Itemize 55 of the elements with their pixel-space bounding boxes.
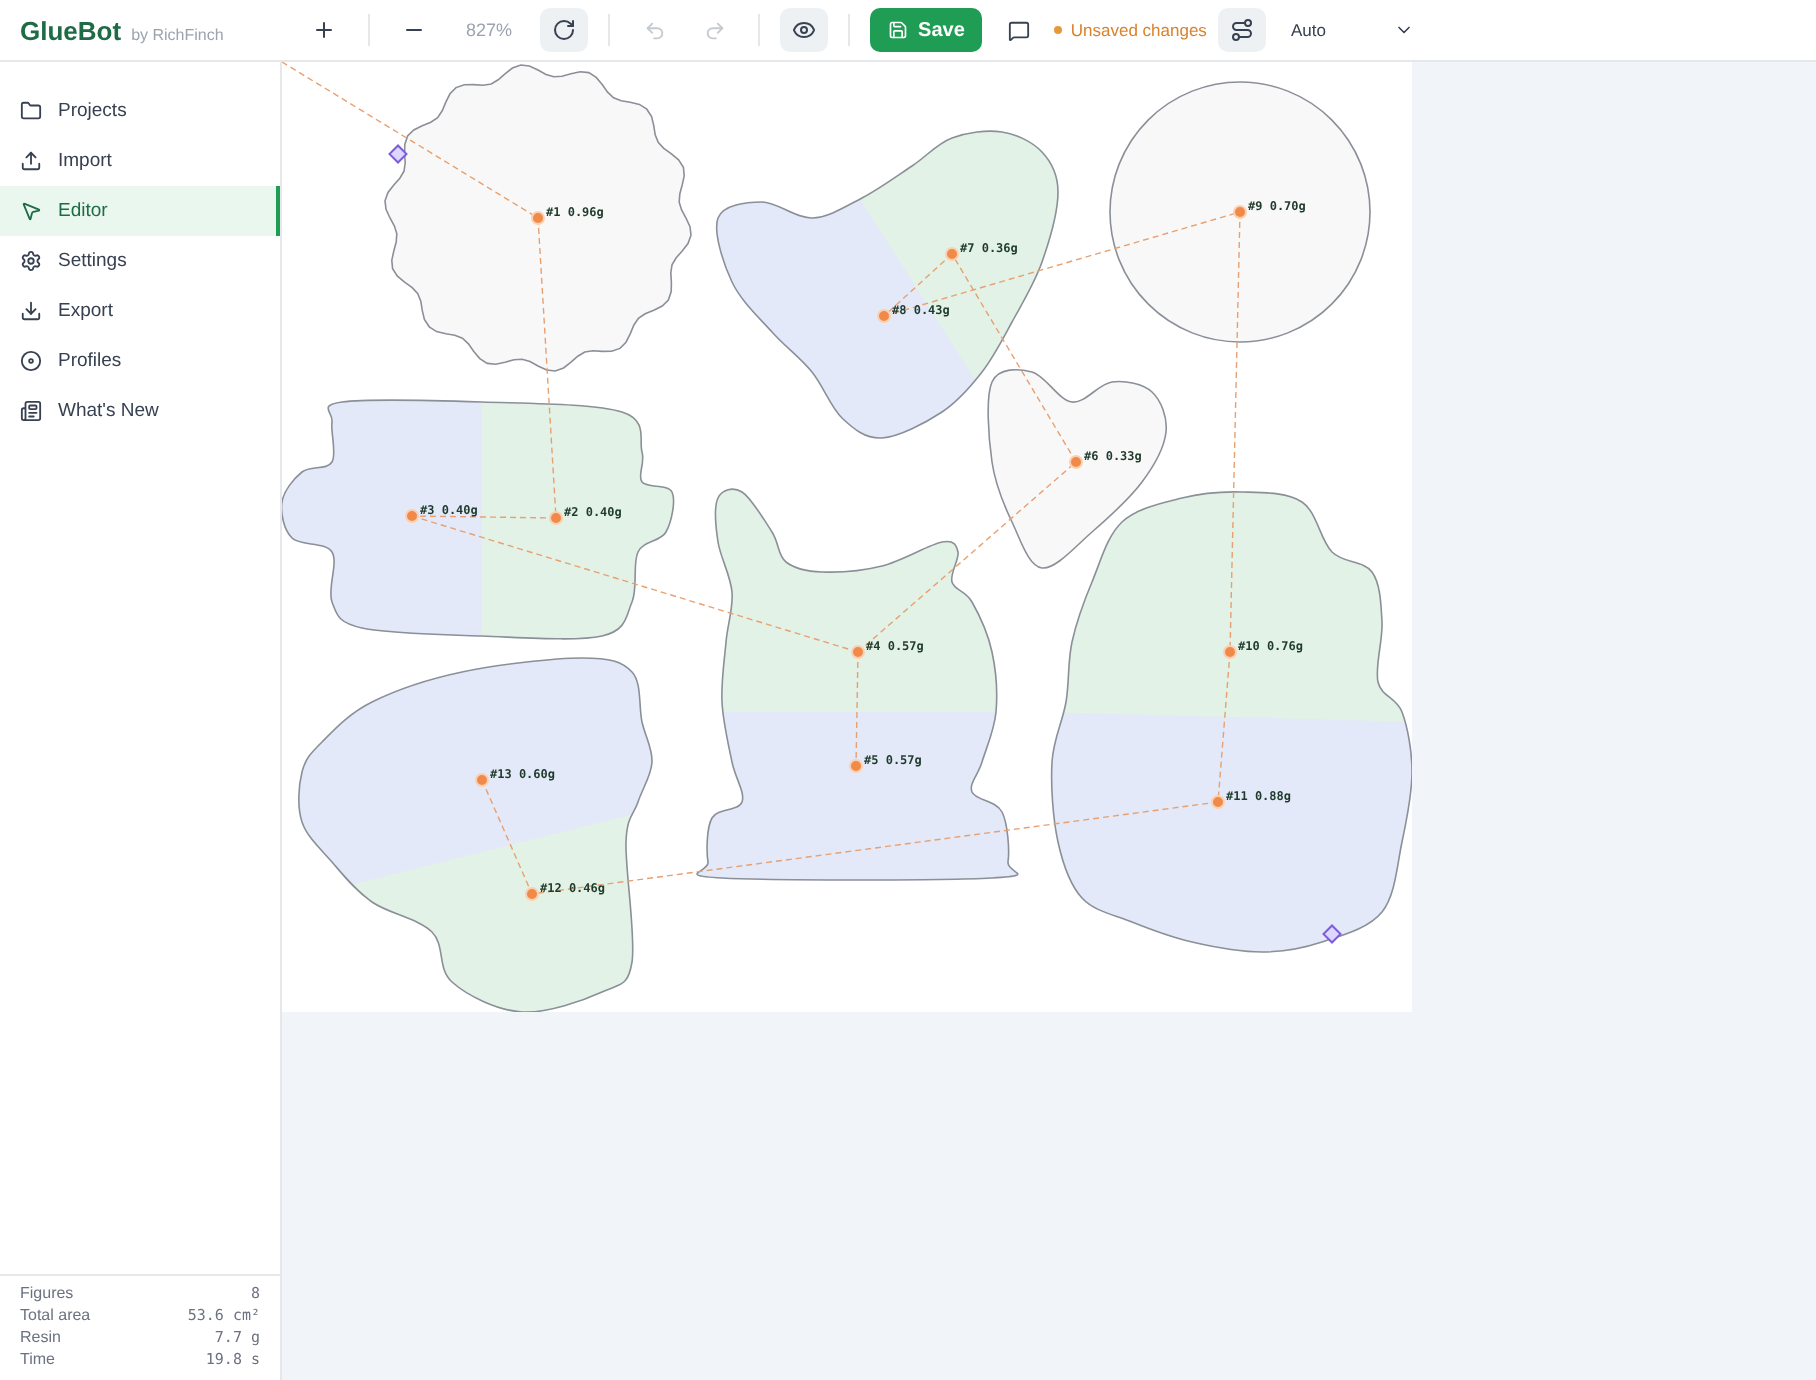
- app-logo: GlueBot: [20, 15, 122, 45]
- figure-shape[interactable]: [696, 488, 1019, 881]
- glue-point-marker[interactable]: [849, 759, 863, 773]
- glue-point-marker[interactable]: [475, 773, 489, 787]
- download-icon: [20, 300, 42, 322]
- glue-point-marker[interactable]: [1069, 455, 1083, 469]
- glue-point-marker[interactable]: [851, 645, 865, 659]
- figure-shape[interactable]: [987, 368, 1168, 569]
- figure-shape[interactable]: [282, 399, 675, 640]
- eye-icon: [792, 18, 817, 42]
- figure-shape[interactable]: [384, 64, 692, 372]
- path-button[interactable]: [1218, 8, 1267, 52]
- reference-marker-icon[interactable]: [1322, 924, 1342, 944]
- folder-icon: [20, 100, 42, 122]
- pointer-icon: [20, 200, 42, 222]
- glue-point-marker[interactable]: [531, 211, 545, 225]
- sidebar-item[interactable]: Profiles: [0, 336, 280, 386]
- sidebar-item[interactable]: Projects: [0, 86, 280, 136]
- glue-point-marker[interactable]: [1223, 645, 1237, 659]
- zoom-level: 827%: [464, 20, 515, 40]
- redo-icon: [703, 19, 726, 41]
- glue-point-marker[interactable]: [405, 509, 419, 523]
- sidebar-item[interactable]: What's New: [0, 386, 280, 436]
- glue-point-marker[interactable]: [549, 511, 563, 525]
- unsaved-status: Unsaved changes: [1054, 20, 1207, 40]
- newspaper-icon: [20, 400, 42, 422]
- settings-icon: [20, 250, 42, 272]
- app-byline: by RichFinch: [131, 25, 224, 43]
- glue-point-marker[interactable]: [1211, 795, 1225, 809]
- preview-toggle-button[interactable]: [780, 8, 829, 52]
- figure-shape[interactable]: [298, 657, 653, 1012]
- undo-icon: [643, 19, 666, 41]
- disc-icon: [20, 350, 42, 372]
- comment-icon: [1007, 19, 1030, 41]
- sidebar-item[interactable]: Import: [0, 136, 280, 186]
- glue-point-marker[interactable]: [945, 247, 959, 261]
- sidebar-item[interactable]: Export: [0, 286, 280, 336]
- stat-label: Total area: [20, 1306, 91, 1324]
- glue-point-marker[interactable]: [1233, 205, 1247, 219]
- figure-shape[interactable]: [715, 130, 1059, 439]
- reset-view-button[interactable]: [540, 8, 589, 52]
- plus-icon: [312, 18, 336, 42]
- mode-select[interactable]: Auto: [1278, 10, 1427, 50]
- figure-shape[interactable]: [1109, 81, 1371, 343]
- upload-icon: [20, 150, 42, 172]
- rotate-icon: [552, 18, 577, 42]
- glue-point-marker[interactable]: [877, 309, 891, 323]
- sidebar-item[interactable]: Editor: [0, 186, 280, 236]
- sidebar-item[interactable]: Settings: [0, 236, 280, 286]
- stat-label: Resin: [20, 1328, 61, 1346]
- route-icon: [1230, 18, 1255, 42]
- reference-marker-icon[interactable]: [388, 144, 408, 164]
- glue-point-marker[interactable]: [525, 887, 539, 901]
- stat-label: Figures: [20, 1284, 74, 1302]
- stat-label: Time: [20, 1350, 55, 1368]
